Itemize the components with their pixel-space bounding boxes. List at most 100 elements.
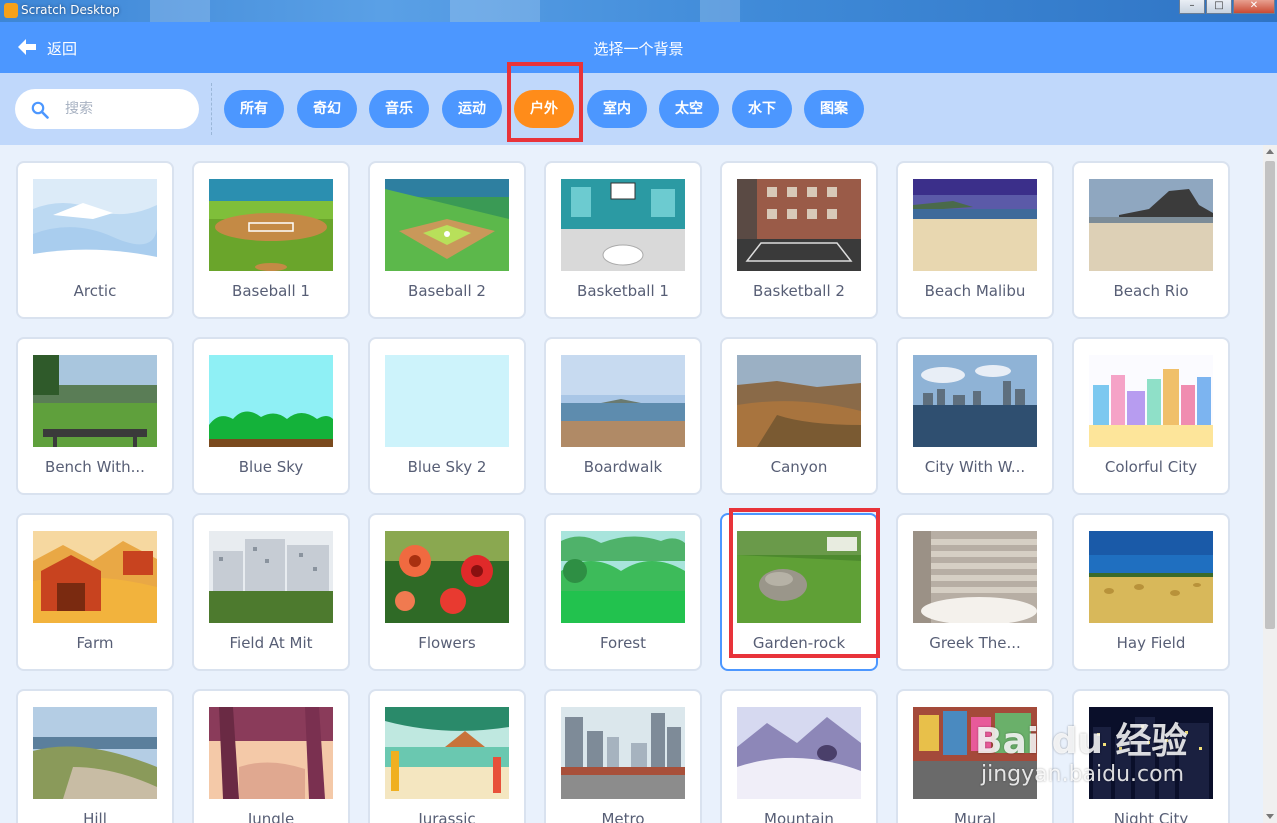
- baseball-1-thumbnail: [209, 179, 333, 271]
- scroll-thumb[interactable]: [1265, 161, 1275, 629]
- backdrop-card-mural[interactable]: Mural: [896, 689, 1054, 823]
- backdrop-label: Baseball 2: [408, 282, 486, 300]
- tag-fantasy[interactable]: 奇幻: [297, 90, 357, 128]
- backdrop-card-jungle[interactable]: Jungle: [192, 689, 350, 823]
- backdrop-card-greek-theater[interactable]: Greek The...: [896, 513, 1054, 671]
- backdrop-label: Hay Field: [1116, 634, 1186, 652]
- tag-underwater[interactable]: 水下: [732, 90, 792, 128]
- backdrop-card-farm[interactable]: Farm: [16, 513, 174, 671]
- backdrop-card-arctic[interactable]: Arctic: [16, 161, 174, 319]
- backdrop-card-boardwalk[interactable]: Boardwalk: [544, 337, 702, 495]
- backdrop-card-baseball-1[interactable]: Baseball 1: [192, 161, 350, 319]
- colorful-city-thumbnail: [1089, 355, 1213, 447]
- window-title: Scratch Desktop: [21, 3, 120, 17]
- backdrop-label: Mountain: [764, 810, 834, 823]
- tag-indoors[interactable]: 室内: [587, 90, 647, 128]
- backdrop-card-baseball-2[interactable]: Baseball 2: [368, 161, 526, 319]
- window-title-bar: Scratch Desktop – □ ✕: [0, 0, 1277, 22]
- hill-thumbnail: [33, 707, 157, 799]
- minimize-button[interactable]: –: [1179, 0, 1205, 14]
- backdrop-label: Basketball 1: [577, 282, 669, 300]
- backdrop-card-beach-malibu[interactable]: Beach Malibu: [896, 161, 1054, 319]
- backdrop-card-colorful-city[interactable]: Colorful City: [1072, 337, 1230, 495]
- backdrop-card-bench-with-view[interactable]: Bench With...: [16, 337, 174, 495]
- tag-music[interactable]: 音乐: [369, 90, 429, 128]
- backdrop-label: Night City: [1113, 810, 1189, 823]
- tag-patterns[interactable]: 图案: [804, 90, 864, 128]
- tag-highlight-box: [507, 62, 583, 142]
- close-button[interactable]: ✕: [1233, 0, 1275, 14]
- baseball-2-thumbnail: [385, 179, 509, 271]
- backdrop-card-basketball-2[interactable]: Basketball 2: [720, 161, 878, 319]
- backdrop-label: Metro: [601, 810, 645, 823]
- city-with-water-thumbnail: [913, 355, 1037, 447]
- grid-scrollbar[interactable]: [1263, 145, 1277, 823]
- search-box[interactable]: [15, 89, 199, 129]
- flowers-thumbnail: [385, 531, 509, 623]
- backdrop-label: Boardwalk: [583, 458, 663, 476]
- backdrop-card-canyon[interactable]: Canyon: [720, 337, 878, 495]
- blue-sky-thumbnail: [209, 355, 333, 447]
- mountain-thumbnail: [737, 707, 861, 799]
- backdrop-label: Jurassic: [418, 810, 476, 823]
- backdrop-label: Hill: [83, 810, 107, 823]
- metro-thumbnail: [561, 707, 685, 799]
- tag-all[interactable]: 所有: [224, 90, 284, 128]
- backdrop-label: Beach Rio: [1113, 282, 1189, 300]
- basketball-2-thumbnail: [737, 179, 861, 271]
- backdrop-card-mountain[interactable]: Mountain: [720, 689, 878, 823]
- backdrop-card-forest[interactable]: Forest: [544, 513, 702, 671]
- jurassic-thumbnail: [385, 707, 509, 799]
- backdrop-label: Arctic: [73, 282, 117, 300]
- canyon-thumbnail: [737, 355, 861, 447]
- backdrop-card-blue-sky[interactable]: Blue Sky: [192, 337, 350, 495]
- scroll-up-arrow-icon[interactable]: [1266, 149, 1274, 154]
- backdrop-label: City With W...: [924, 458, 1026, 476]
- titlebar-decoration: [450, 0, 540, 22]
- beach-malibu-thumbnail: [913, 179, 1037, 271]
- mural-thumbnail: [913, 707, 1037, 799]
- backdrop-label: Mural: [954, 810, 996, 823]
- jungle-thumbnail: [209, 707, 333, 799]
- backdrop-card-hay-field[interactable]: Hay Field: [1072, 513, 1230, 671]
- backdrop-label: Forest: [599, 634, 647, 652]
- backdrop-card-night-city[interactable]: Night City: [1072, 689, 1230, 823]
- backdrop-label: Bench With...: [45, 458, 145, 476]
- backdrop-label: Blue Sky: [238, 458, 304, 476]
- search-input[interactable]: [65, 97, 185, 121]
- titlebar-decoration: [150, 0, 210, 22]
- filter-bar: 所有 奇幻 音乐 运动 户外 室内 太空 水下 图案: [0, 73, 1277, 145]
- farm-thumbnail: [33, 531, 157, 623]
- backdrop-label: Colorful City: [1104, 458, 1198, 476]
- beach-rio-thumbnail: [1089, 179, 1213, 271]
- backdrop-card-jurassic[interactable]: Jurassic: [368, 689, 526, 823]
- tag-sports[interactable]: 运动: [442, 90, 502, 128]
- field-at-mit-thumbnail: [209, 531, 333, 623]
- basketball-1-thumbnail: [561, 179, 685, 271]
- backdrop-grid: Arctic Baseball 1 Baseball 2 Basketball …: [0, 145, 1263, 823]
- backdrop-card-blue-sky-2[interactable]: Blue Sky 2: [368, 337, 526, 495]
- backdrop-card-field-at-mit[interactable]: Field At Mit: [192, 513, 350, 671]
- scratch-app-icon: [4, 3, 18, 18]
- titlebar-decoration: [700, 0, 740, 22]
- backdrop-label: Jungle: [247, 810, 295, 823]
- scroll-down-arrow-icon[interactable]: [1266, 814, 1274, 819]
- backdrop-label: Greek The...: [929, 634, 1021, 652]
- backdrop-card-hill[interactable]: Hill: [16, 689, 174, 823]
- blue-sky-2-thumbnail: [385, 355, 509, 447]
- backdrop-label: Basketball 2: [753, 282, 845, 300]
- backdrop-label: Beach Malibu: [924, 282, 1026, 300]
- backdrop-label: Flowers: [418, 634, 476, 652]
- card-highlight-box: [729, 508, 880, 658]
- forest-thumbnail: [561, 531, 685, 623]
- backdrop-card-flowers[interactable]: Flowers: [368, 513, 526, 671]
- backdrop-card-basketball-1[interactable]: Basketball 1: [544, 161, 702, 319]
- maximize-button[interactable]: □: [1206, 0, 1232, 14]
- library-header: 返回 选择一个背景: [0, 22, 1277, 73]
- backdrop-card-metro[interactable]: Metro: [544, 689, 702, 823]
- tag-space[interactable]: 太空: [659, 90, 719, 128]
- backdrop-card-city-with-water[interactable]: City With W...: [896, 337, 1054, 495]
- backdrop-card-beach-rio[interactable]: Beach Rio: [1072, 161, 1230, 319]
- search-icon: [31, 101, 49, 119]
- backdrop-label: Blue Sky 2: [407, 458, 487, 476]
